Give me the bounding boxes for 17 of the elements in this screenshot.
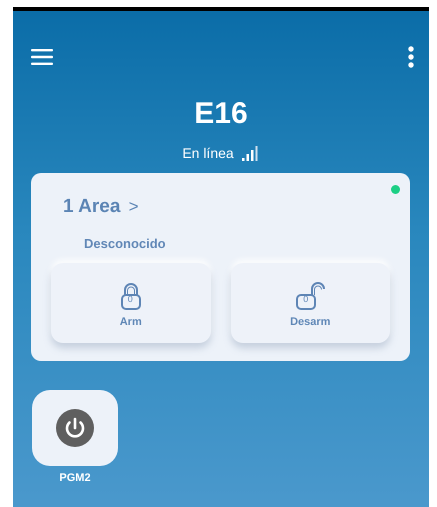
power-icon — [56, 409, 94, 447]
padlock-digit: 0 — [303, 295, 308, 304]
area-link[interactable]: 1 Area > — [63, 196, 139, 218]
button-label: Arm — [120, 316, 142, 328]
arm-button[interactable]: 0 Arm — [51, 263, 210, 343]
button-label: Desarm — [290, 316, 330, 328]
device-name: E16 — [194, 97, 248, 131]
disarm-button[interactable]: 0 Desarm — [230, 263, 390, 343]
output-label: PGM2 — [59, 472, 91, 484]
signal-icon — [242, 146, 260, 161]
menu-icon[interactable] — [31, 49, 53, 65]
more-options-icon[interactable] — [408, 46, 414, 68]
output-button[interactable] — [32, 390, 118, 466]
padlock-digit: 0 — [128, 295, 133, 304]
open-padlock-icon — [295, 282, 326, 310]
connection-status: En línea — [182, 145, 234, 161]
area-state: Desconocido — [84, 236, 167, 251]
